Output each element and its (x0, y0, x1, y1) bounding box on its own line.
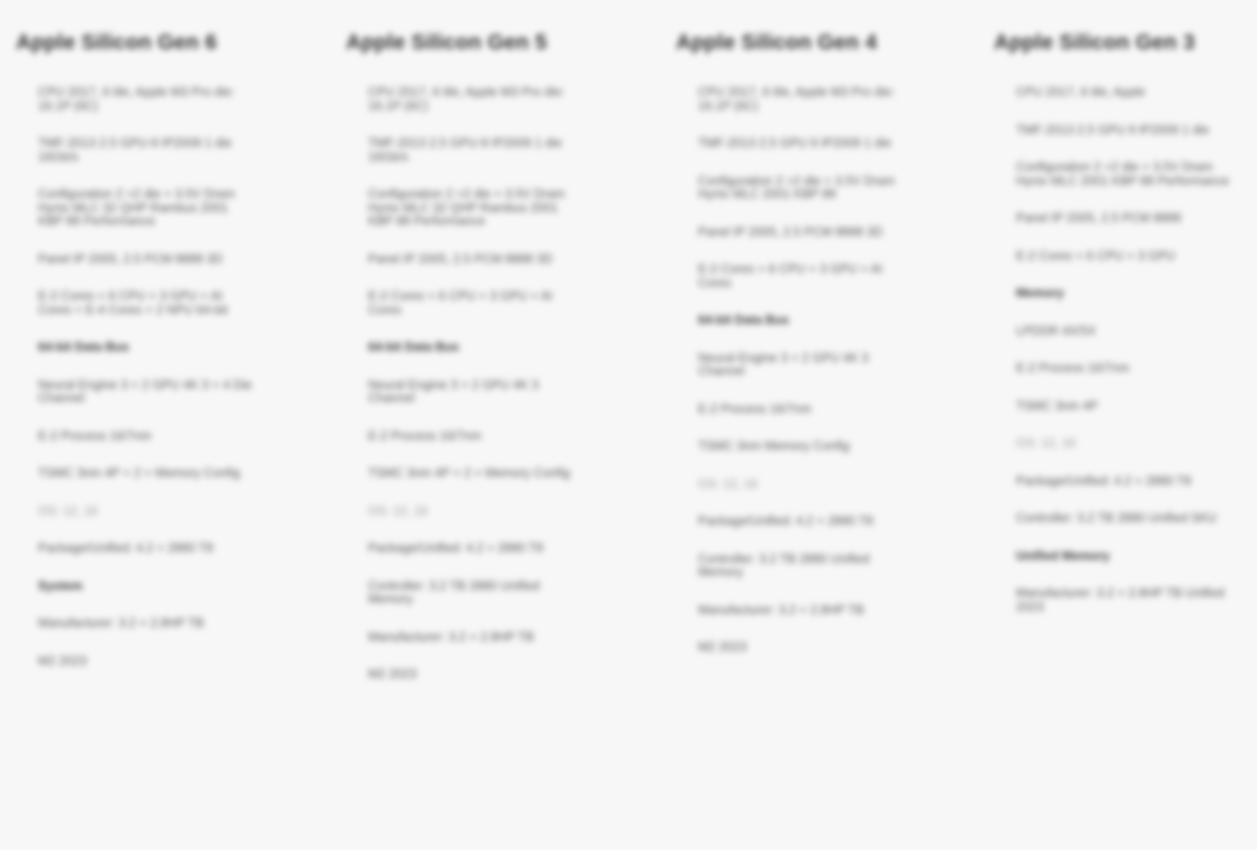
spec-list-item: E-2 Process 16/7nm (38, 428, 152, 443)
spec-list-item: 64-bit Data Bus (698, 313, 789, 327)
spec-list-item: Controller: 3.2 TB 2880 Unified Memory (698, 551, 870, 579)
spec-list-item: Neural Engine 3 + 2 GPU 4K 3 + 4 Die Cha… (38, 377, 253, 405)
spec-list-item: E-2 Cores + 6 CPU + 3 GPU + AI Cores + E… (38, 289, 228, 317)
spec-list-item: TMF-2013 2.5 GPU-9 IP2009 1 die 16Gb/s (368, 136, 562, 164)
spec-list-item: Package/Unified: 4.2 + 2880 T8 (1016, 473, 1192, 488)
spec-list-item: Manufacturer: 3.2 + 2.8HP TB (698, 602, 864, 617)
spec-list-item: E-2 Cores + 6 CPU + 3 GPU + AI Cores (698, 262, 883, 290)
spec-list-item: Panel IP 2005, 2.5 PCM 8888 (1016, 211, 1182, 225)
spec-list-item: TSMC 3nm 4P + 2 + Memory Config (368, 466, 570, 480)
spec-list-item: Controller: 3.2 TB 2880 Unified Memory (368, 578, 540, 606)
spec-list-item: OS: 12, 16 (698, 476, 758, 491)
spec-list-item: Controller: 3.2 TB 2880 Unified SKU (1016, 511, 1217, 525)
spec-list-item: Manufacturer: 3.2 + 2.8HP TB Unified 202… (1016, 586, 1225, 614)
spec-list-item: Panel IP 2005, 2.5 PCM 8888 3D (698, 224, 883, 239)
spec-list-item: Manufacturer: 3.2 + 2.8HP TB (368, 629, 534, 644)
spec-list: CPU 2017, 6 tile, Apple M3 Pro die: 16.1… (698, 85, 913, 679)
spec-list-item: E-2 Process 16/7nm (698, 401, 812, 416)
spec-list-item: Package/Unified: 4.2 + 2880 T8 (698, 514, 874, 528)
spec-list-item: Neural Engine 3 + 2 GPU 4K 3 Channel (698, 350, 869, 378)
spec-list-item: System (38, 578, 83, 593)
spec-list-item: LPDDR 4X/5X (1016, 323, 1096, 338)
spec-list: CPU 2017, 6 tile, Apple M3 Pro die: 16.1… (38, 85, 253, 692)
spec-list-item: 64-bit Data Bus (38, 340, 129, 354)
spec-list-item: Neural Engine 3 + 2 GPU 4K 3 Channel (368, 377, 539, 405)
spec-list-item: TMF-2013 2.5 GPU 9 IP2009 1 die (698, 136, 892, 150)
spec-list-item: Configuration 2 +2 die + 3.5V Dram Hynix… (368, 187, 565, 228)
spec-list-item: TSMC 3nm Memory Config (698, 439, 850, 453)
spec-list-item: OS: 12, 16 (368, 503, 428, 518)
spec-list-item: Package/Unified: 4.2 + 2880 T8 (38, 541, 214, 555)
spec-list-item: Unified Memory (1016, 548, 1110, 563)
column-title: Apple Silicon Gen 4 (676, 31, 878, 55)
spec-list-item: TMF-2013 2.5 GPU 9 IP2009 1 die (1016, 122, 1210, 137)
spec-list-item: M2 2023 (38, 653, 87, 668)
spec-list-item: M2 2023 (368, 667, 417, 681)
spec-list-item: OS: 12, 16 (1016, 436, 1076, 450)
spec-list-item: Package/Unified: 4.2 + 2880 T8 (368, 541, 544, 555)
spec-list-item: E-2 Cores + 6 CPU + 3 GPU (1016, 248, 1176, 263)
spec-list: CPU 2017, 6 tile, Apple TMF-2013 2.5 GPU … (1016, 85, 1231, 638)
spec-list: CPU 2017, 6 tile, Apple M3 Pro die: 16.1… (368, 85, 583, 706)
spec-list-item: TMF-2013 2.5 GPU-9 IP2009 1 die 16Gb/s (38, 136, 232, 164)
spec-list-item: TSMC 3nm 4P (1016, 398, 1098, 413)
spec-list-item: TSMC 3nm 4P + 2 + Memory Config (38, 466, 240, 480)
spec-list-item: Memory (1016, 286, 1064, 300)
spec-list-item: Manufacturer: 3.2 + 2.8HP TB (38, 616, 204, 630)
column-title: Apple Silicon Gen 3 (994, 31, 1196, 55)
column-title: Apple Silicon Gen 6 (16, 31, 218, 55)
spec-list-item: Configuration 2 +2 die + 3.5V Dram Hynix… (38, 187, 235, 228)
spec-comparison-page: Apple Silicon Gen 6 CPU 2017, 6 tile, Ap… (0, 0, 1257, 850)
spec-list-item: 64-bit Data Bus (368, 340, 459, 354)
spec-list-item: CPU 2017, 6 tile, Apple M3 Pro die: 16.1… (698, 85, 895, 113)
spec-list-item: Panel IP 2005, 2.5 PCM 8888 3D (38, 251, 223, 266)
spec-list-item: CPU 2017, 6 tile, Apple (1016, 85, 1146, 99)
spec-list-item: Panel IP 2005, 2.5 PCM 8888 3D (368, 251, 553, 266)
spec-list-item: OS: 12, 16 (38, 503, 98, 518)
spec-list-item: Configuration 2 +2 die + 3.5V Dram Hynix… (1016, 160, 1230, 188)
column-title: Apple Silicon Gen 5 (346, 31, 548, 55)
spec-list-item: E-2 Cores + 6 CPU + 3 GPU + AI Cores (368, 289, 553, 317)
spec-list-item: CPU 2017, 6 tile, Apple M3 Pro die: 16.1… (38, 85, 235, 113)
spec-list-item: Configuration 2 +2 die + 3.5V Dram Hynix… (698, 173, 895, 201)
spec-list-item: E-2 Process 16/7nm (368, 428, 482, 443)
spec-list-item: M2 2023 (698, 640, 747, 654)
spec-list-item: E-2 Process 16/7nm (1016, 361, 1130, 375)
spec-list-item: CPU 2017, 6 tile, Apple M3 Pro die: 16.1… (368, 85, 565, 113)
